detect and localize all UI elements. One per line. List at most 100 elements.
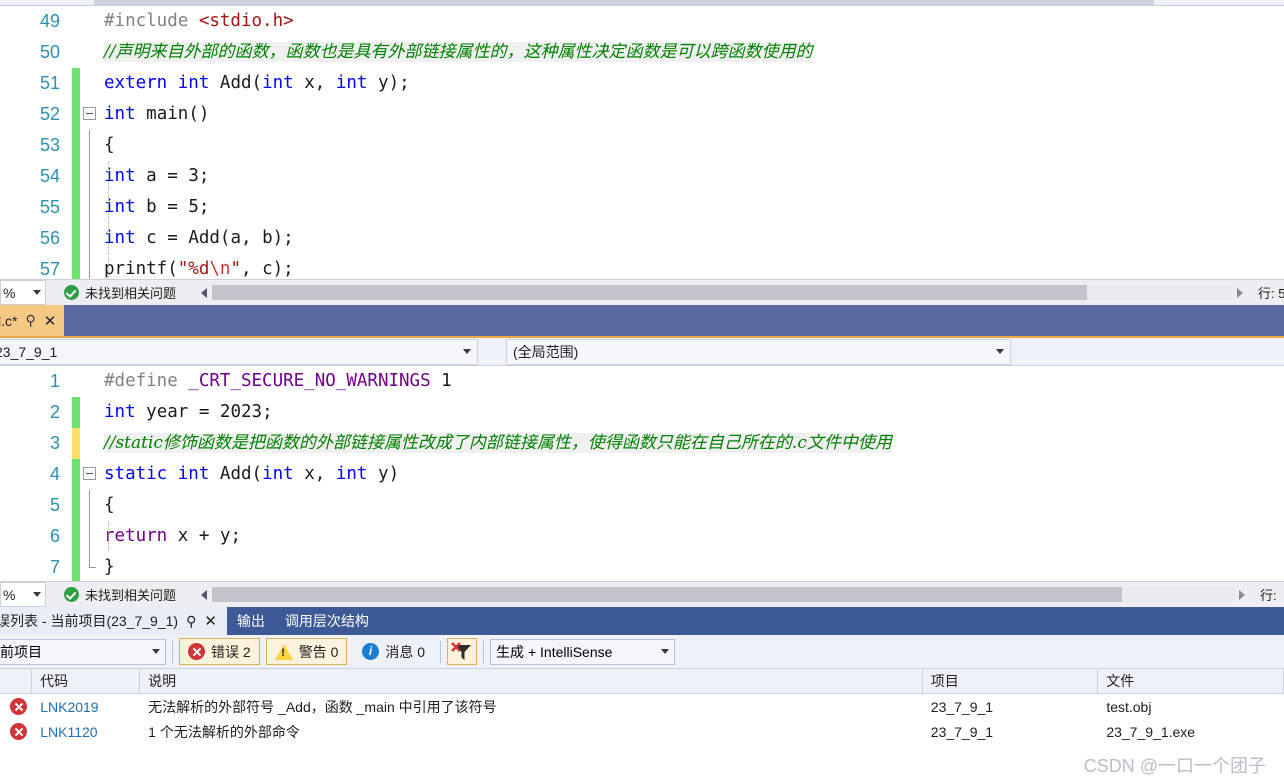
zoom-level-combo-top[interactable]: % (0, 280, 46, 305)
code-line[interactable]: 1 #define _CRT_SECURE_NO_WARNINGS 1 (0, 366, 1284, 397)
horizontal-scrollbar-bottom[interactable] (196, 586, 1250, 603)
code-line[interactable]: 56 int c = Add(a, b); (0, 223, 1284, 254)
column-header[interactable]: 代码 (32, 668, 141, 694)
fold-column[interactable] (80, 99, 102, 130)
code-token: int (335, 464, 379, 484)
clear-filter-button[interactable] (447, 638, 478, 665)
column-header[interactable] (0, 668, 33, 694)
code-text: { (102, 130, 115, 161)
code-cell[interactable]: LNK2019 (32, 694, 140, 719)
tab-output[interactable]: 输出 (227, 607, 275, 635)
fold-guide (89, 223, 90, 254)
chevron-down-icon[interactable] (152, 649, 160, 654)
scroll-left-arrow-icon[interactable] (196, 586, 212, 603)
member-scope-combo[interactable]: (全局范围) (506, 338, 1011, 365)
editor-pane-top[interactable]: 49 #include <stdio.h> 50 //声明来自外部的函数，函数也是具有… (0, 6, 1284, 279)
problems-indicator-bottom[interactable]: 未找到相关问题 (64, 585, 176, 604)
column-header[interactable]: 文件 (1098, 668, 1284, 694)
code-content-top[interactable]: 49 #include <stdio.h> 50 //声明来自外部的函数，函数也是具有… (0, 6, 1284, 279)
project-scope-combo[interactable]: 23_7_9_1 (0, 338, 478, 365)
line-number: 50 (39, 42, 60, 62)
code-line[interactable]: 55 int b = 5; (0, 192, 1284, 223)
line-number: 4 (49, 464, 60, 484)
scope-filter-combo[interactable]: 前项目 (0, 638, 166, 665)
column-header[interactable]: 项目 (923, 668, 1099, 694)
scroll-thumb-bottom[interactable] (212, 587, 1123, 602)
close-icon[interactable]: ✕ (44, 312, 57, 330)
member-scope-value: (全局范围) (513, 343, 579, 360)
code-line[interactable]: 4 static int Add(int x, int y) (0, 459, 1284, 490)
zoom-level-combo-bottom[interactable]: % (0, 582, 46, 607)
pin-icon[interactable]: ⚲ (25, 312, 35, 329)
line-number: 55 (39, 197, 60, 217)
line-number: 3 (49, 433, 60, 453)
code-line[interactable]: 2 int year = 2023; (0, 397, 1284, 428)
code-line[interactable]: 52 int main() (0, 99, 1284, 130)
scroll-thumb-top[interactable] (212, 285, 1088, 300)
collapse-icon[interactable] (83, 467, 96, 480)
code-token: _CRT_SECURE_NO_WARNINGS (188, 371, 431, 391)
line-number: 56 (39, 228, 60, 248)
error-icon (10, 698, 27, 715)
indent-guide (108, 223, 109, 254)
line-number: 54 (39, 166, 60, 186)
chevron-down-icon[interactable] (33, 290, 41, 295)
code-token: x (304, 73, 315, 93)
horizontal-scrollbar-top[interactable] (196, 284, 1248, 301)
build-filter-combo[interactable]: 生成 + IntelliSense (490, 638, 676, 665)
tab-call-hierarchy[interactable]: 调用层次结构 (275, 607, 379, 635)
code-content-bottom[interactable]: 1 #define _CRT_SECURE_NO_WARNINGS 1 2 int y… (0, 366, 1284, 581)
scroll-track-bottom[interactable] (212, 587, 1234, 602)
code-cell[interactable]: LNK1120 (32, 719, 140, 744)
problems-indicator-top[interactable]: 未找到相关问题 (64, 283, 176, 302)
tab-error-list[interactable]: 误列表 - 当前项目(23_7_9_1) ⚲ ✕ (0, 607, 227, 635)
messages-toggle-button[interactable]: 消息 0 (353, 638, 435, 665)
problems-text-top: 未找到相关问题 (85, 286, 177, 301)
scroll-track-top[interactable] (212, 285, 1232, 300)
tool-window-tab-strip[interactable]: 误列表 - 当前项目(23_7_9_1) ⚲ ✕ 输出 调用层次结构 (0, 607, 1284, 635)
code-token: c (146, 228, 168, 248)
code-line[interactable]: 53 { (0, 130, 1284, 161)
document-tab-strip[interactable]: l.c* ⚲ ✕ (0, 305, 1284, 338)
code-comment: //static修饰函数是把函数的外部链接属性改成了内部链接属性，使得函数只能在… (104, 433, 892, 453)
watermark: CSDN @一口一个团子 (1083, 756, 1266, 776)
warnings-toggle-button[interactable]: 警告 0 (265, 638, 348, 665)
table-row[interactable]: LNK1120 1 个无法解析的外部命令 23_7_9_1 23_7_9_1.exe (0, 719, 1284, 744)
errors-toggle-button[interactable]: 错误 2 (179, 638, 260, 665)
code-line[interactable]: 6 return x + y; (0, 521, 1284, 552)
zoom-level-value-top: % (3, 284, 16, 301)
code-text: extern int Add(int x, int y); (102, 68, 410, 99)
navigation-bar[interactable]: 23_7_9_1 (全局范围) (0, 338, 1284, 366)
collapse-icon[interactable] (83, 107, 96, 120)
error-list-body[interactable]: LNK2019 无法解析的外部符号 _Add，函数 _main 中引用了该符号 23… (0, 694, 1284, 744)
chevron-down-icon[interactable] (661, 649, 670, 654)
code-line[interactable]: 5{ (0, 490, 1284, 521)
fold-column[interactable] (80, 459, 102, 490)
error-list-toolbar[interactable]: 前项目 错误 2 警告 0 消息 0 生成 + IntelliSense (0, 635, 1284, 669)
code-text: int b = 5; (102, 192, 209, 223)
code-line[interactable]: 54 int a = 3; (0, 161, 1284, 192)
code-line[interactable]: 57 printf("%d\n", c); (0, 254, 1284, 279)
scroll-right-arrow-icon[interactable] (1234, 586, 1250, 603)
fold-guide (89, 192, 90, 223)
code-line[interactable]: 50 //声明来自外部的函数，函数也是具有外部链接属性的，这种属性决定函数是可以跨… (0, 37, 1284, 68)
close-icon[interactable]: ✕ (204, 612, 217, 630)
fold-column (80, 521, 102, 552)
document-tab-active[interactable]: l.c* ⚲ ✕ (0, 305, 65, 336)
code-line[interactable]: 3 //static修饰函数是把函数的外部链接属性改成了内部链接属性，使得函数只能… (0, 428, 1284, 459)
code-line[interactable]: 51 extern int Add(int x, int y); (0, 68, 1284, 99)
code-token: printf (104, 259, 168, 279)
pin-icon[interactable]: ⚲ (186, 613, 196, 630)
chevron-down-icon[interactable] (996, 349, 1004, 354)
editor-pane-bottom[interactable]: 1 #define _CRT_SECURE_NO_WARNINGS 1 2 int y… (0, 366, 1284, 581)
scroll-left-arrow-icon[interactable] (196, 284, 212, 301)
table-row[interactable]: LNK2019 无法解析的外部符号 _Add，函数 _main 中引用了该符号 23… (0, 694, 1284, 719)
scroll-right-arrow-icon[interactable] (1232, 284, 1248, 301)
warnings-label: 警告 0 (298, 643, 339, 660)
code-line[interactable]: 49 #include <stdio.h> (0, 6, 1284, 37)
chevron-down-icon[interactable] (33, 592, 41, 597)
top-scroll-thumb[interactable] (94, 0, 1154, 5)
chevron-down-icon[interactable] (463, 349, 471, 354)
code-line[interactable]: 7} (0, 552, 1284, 581)
column-header[interactable]: 说明 (140, 668, 923, 694)
